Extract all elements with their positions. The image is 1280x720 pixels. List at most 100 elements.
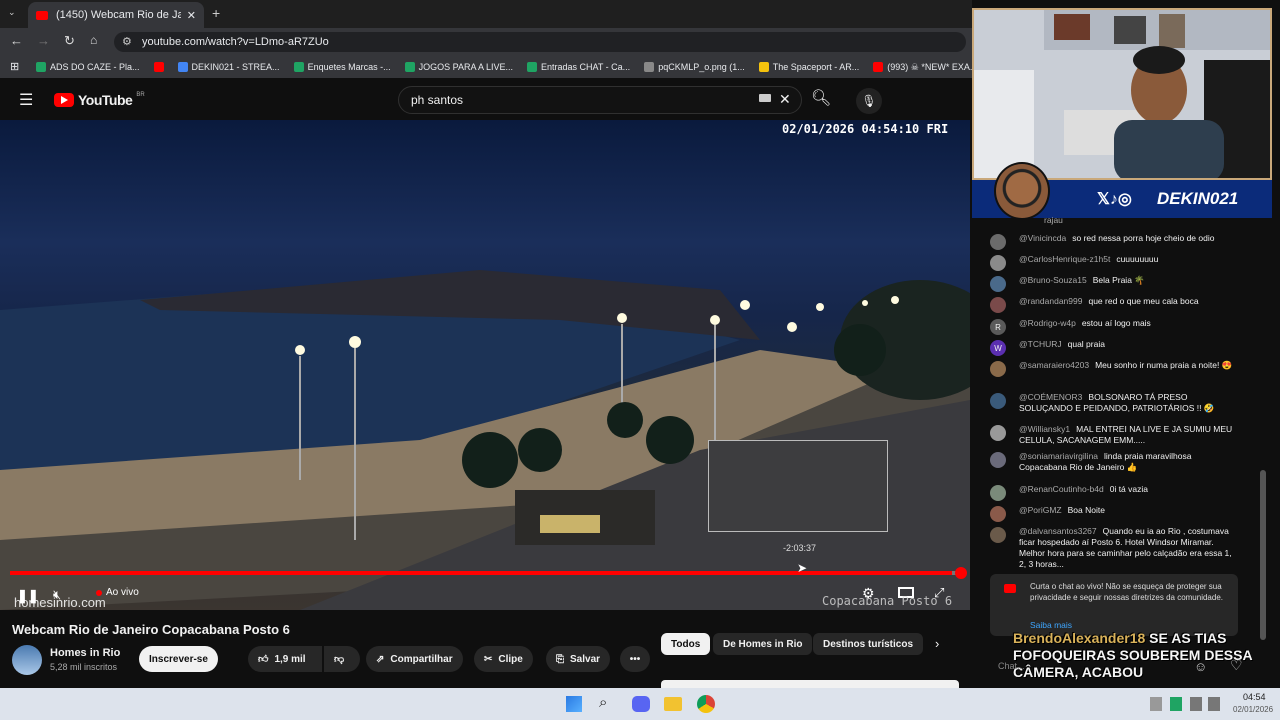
chat-username[interactable]: @samaraiero4203 [1019, 360, 1089, 370]
chat-username[interactable]: @RenanCoutinho-b4d [1019, 484, 1104, 494]
search-icon[interactable]: ⌕ [599, 694, 607, 711]
discord-icon[interactable] [632, 696, 650, 712]
chat-avatar[interactable] [990, 452, 1006, 468]
chat-username[interactable]: @randandan999 [1019, 296, 1082, 306]
save-button[interactable]: ⎘ Salvar [546, 646, 611, 672]
chat-avatar[interactable] [990, 276, 1006, 292]
bookmark-label: ADS DO CAZE - Pla... [50, 62, 140, 72]
bookmark-item[interactable]: pqCKMLP_o.png (1... [644, 62, 745, 72]
address-bar[interactable]: ⚙ youtube.com/watch?v=LDmo-aR7ZUo [114, 32, 966, 52]
clock-date: 02/01/2026 [1233, 705, 1274, 714]
bookmark-item[interactable]: JOGOS PARA A LIVE... [404, 62, 513, 72]
chat-username[interactable]: @Vinicincda [1019, 233, 1066, 243]
new-tab-icon[interactable]: + [212, 5, 220, 21]
clip-button[interactable]: ✂ Clipe [474, 646, 533, 672]
channel-name[interactable]: Homes in Rio [50, 647, 120, 659]
apps-icon[interactable]: ⊞ [10, 60, 19, 73]
chat-username[interactable]: @dalvansantos3267 [1019, 526, 1097, 536]
chat-username[interactable]: @CarlosHenrique-z1h5t [1019, 254, 1110, 264]
clear-search-icon[interactable]: ✕ [779, 91, 791, 108]
chat-username[interactable]: @Bruno-Souza15 [1019, 275, 1087, 285]
voice-search-icon[interactable]: 🎙︎ [856, 88, 882, 114]
forward-icon[interactable]: → [37, 33, 50, 48]
chat-avatar[interactable] [990, 255, 1006, 271]
channel-avatar[interactable] [12, 645, 42, 675]
chat-message: @Rodrigo-w4p estou aí logo mais [1019, 318, 1241, 329]
chat-avatar[interactable] [990, 485, 1006, 501]
bookmark-item[interactable] [153, 62, 164, 72]
chat-avatar[interactable] [990, 234, 1006, 250]
start-icon[interactable] [566, 696, 582, 712]
progress-bar[interactable] [10, 571, 962, 575]
mouse-cursor-icon: ➤ [797, 561, 808, 575]
share-icon: ⇗ [376, 653, 385, 665]
tray-icons[interactable] [1150, 697, 1220, 711]
chat-username[interactable]: @Williansky1 [1019, 424, 1070, 434]
youtube-notice-icon [1004, 584, 1016, 593]
search-button-icon[interactable]: 🔍︎ [811, 88, 831, 108]
close-tab-icon[interactable]: ✕ [187, 9, 196, 22]
browser-tab[interactable]: (1450) Webcam Rio de Janeiro ✕ [28, 2, 204, 28]
share-label: Compartilhar [390, 653, 453, 665]
chat-avatar[interactable] [990, 361, 1006, 377]
youtube-logo[interactable]: YouTube BR [54, 92, 145, 108]
chat-username[interactable]: @Rodrigo-w4p [1019, 318, 1076, 328]
progress-scrubber[interactable] [955, 567, 967, 579]
share-button[interactable]: ⇗ Compartilhar [366, 646, 463, 672]
chat-avatar[interactable] [990, 506, 1006, 522]
bookmark-item[interactable]: Enquetes Marcas -... [293, 62, 391, 72]
video-player[interactable]: 02/01/2026 04:54:10 FRI -2:03:37 ➤ ❚❚ 🔇︎… [0, 120, 970, 610]
emoji-icon[interactable]: ☺ [1194, 659, 1207, 674]
more-actions-button[interactable]: ••• [620, 646, 650, 672]
dislike-button[interactable]: 👎︎ [324, 646, 360, 672]
tab-search-icon[interactable]: ⌄ [8, 7, 16, 18]
site-info-icon[interactable]: ⚙ [122, 35, 132, 48]
clock-time[interactable]: 04:54 [1243, 692, 1266, 702]
bookmarks-bar: ⊞ ADS DO CAZE - Pla... DEKIN021 - STREA.… [0, 56, 972, 78]
chat-input[interactable]: Chat... [998, 661, 1025, 671]
chat-message: @dalvansantos3267 Quando eu ia ao Rio , c… [1019, 526, 1241, 570]
heart-icon[interactable]: ♡ [1230, 657, 1243, 674]
chat-message: @COÉMENOR3 BOLSONARO TÁ PRESO SOLUÇANDO E… [1019, 392, 1241, 414]
save-label: Salvar [570, 653, 601, 665]
bookmark-item[interactable]: The Spaceport - AR... [758, 62, 859, 72]
windows-taskbar: ⌕ 04:54 02/01/2026 [0, 688, 1280, 720]
home-icon[interactable]: ⌂ [90, 33, 97, 47]
bookmark-item[interactable]: DEKIN021 - STREA... [177, 62, 280, 72]
keyboard-icon[interactable] [759, 94, 771, 102]
social-icons: 𝕏♪◎ [1097, 191, 1132, 208]
file-explorer-icon[interactable] [664, 697, 682, 711]
chip-all[interactable]: Todos [661, 633, 711, 655]
chat-text: 0i tá vazia [1109, 484, 1148, 494]
back-icon[interactable]: ← [10, 33, 23, 48]
bookmark-item[interactable]: Entradas CHAT - Ca... [526, 62, 630, 72]
chat-avatar[interactable] [990, 393, 1006, 409]
learn-more-link[interactable]: Saiba mais [1030, 620, 1072, 630]
subscribe-button[interactable]: Inscrever-se [139, 646, 218, 672]
search-input[interactable]: ph santos ✕ [398, 86, 802, 114]
chat-username[interactable]: @TCHURJ [1019, 339, 1062, 349]
chat-username[interactable]: @PoriGMZ [1019, 505, 1062, 515]
thumbs-down-icon: 👎︎ [334, 654, 345, 665]
bookmark-item[interactable]: (993) ☠ *NEW* EXA... [873, 62, 972, 73]
chat-scrollbar[interactable] [1260, 470, 1266, 640]
chat-avatar[interactable] [990, 527, 1006, 543]
bookmark-label: (993) ☠ *NEW* EXA... [887, 61, 972, 72]
more-icon: ••• [629, 653, 641, 665]
chat-message: @PoriGMZ Boa Noite [1019, 505, 1241, 516]
chat-username[interactable]: @soniamariavirgilina [1019, 451, 1098, 461]
chat-username[interactable]: @COÉMENOR3 [1019, 392, 1082, 402]
chips-next-icon[interactable]: › [935, 636, 939, 651]
like-button[interactable]: 👍︎ 1,9 mil [248, 646, 322, 672]
chat-avatar[interactable]: R [990, 319, 1006, 335]
chat-avatar[interactable]: W [990, 340, 1006, 356]
bookmark-item[interactable]: ADS DO CAZE - Pla... [36, 62, 140, 72]
chat-avatar[interactable] [990, 425, 1006, 441]
chip-tourism[interactable]: Destinos turísticos [813, 633, 924, 655]
chip-channel[interactable]: De Homes in Rio [713, 633, 813, 655]
chrome-icon[interactable] [697, 695, 715, 713]
recommended-thumbnail[interactable] [661, 680, 959, 688]
menu-icon[interactable]: ☰ [19, 90, 33, 110]
chat-avatar[interactable] [990, 297, 1006, 313]
reload-icon[interactable]: ↻ [64, 33, 75, 49]
